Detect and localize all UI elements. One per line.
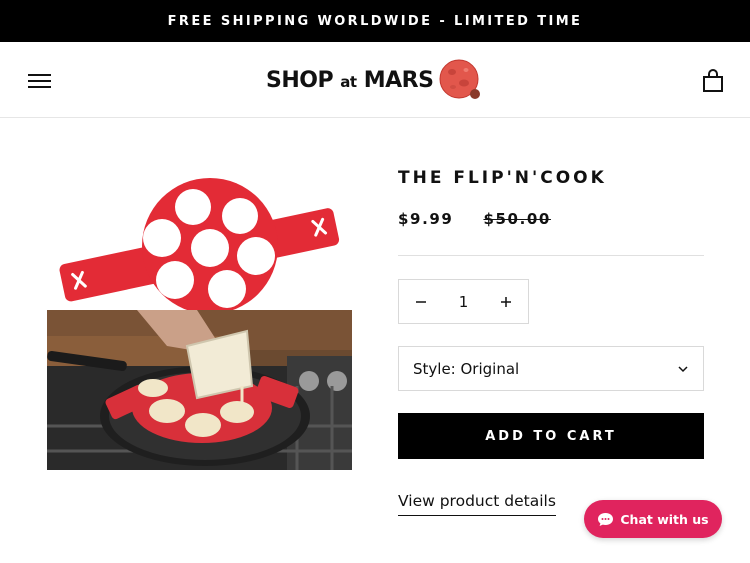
- chat-button-label: Chat with us: [620, 511, 709, 527]
- shopping-bag-icon[interactable]: [702, 69, 724, 93]
- chat-bubble-icon: [598, 512, 614, 526]
- site-header: SHOP at MARS: [0, 42, 750, 118]
- style-select-value: Style: Original: [413, 359, 520, 378]
- announcement-text: FREE SHIPPING WORLDWIDE - LIMITED TIME: [167, 13, 583, 29]
- chat-button[interactable]: Chat with us: [584, 500, 722, 538]
- minus-icon: [416, 300, 426, 303]
- logo-text: SHOP at MARS: [266, 67, 434, 93]
- price-row: $9.99 $50.00: [398, 207, 704, 231]
- hamburger-menu-icon[interactable]: [28, 72, 51, 90]
- divider: [398, 255, 704, 256]
- style-select[interactable]: Style: Original: [398, 346, 704, 391]
- quantity-stepper: 1: [398, 279, 529, 324]
- product-price: $9.99: [398, 210, 454, 228]
- mars-planet-icon: [439, 59, 481, 99]
- site-logo[interactable]: SHOP at MARS: [266, 56, 484, 104]
- compare-at-price: $50.00: [483, 210, 551, 228]
- view-product-details-link[interactable]: View product details: [398, 492, 556, 516]
- plus-icon: [501, 296, 511, 307]
- quantity-decrease-button[interactable]: [399, 280, 443, 323]
- chevron-down-icon: [678, 366, 688, 373]
- product-title: THE FLIP'N'COOK: [398, 168, 607, 188]
- add-to-cart-button[interactable]: ADD TO CART: [398, 413, 704, 459]
- quantity-value[interactable]: 1: [443, 293, 484, 311]
- quantity-increase-button[interactable]: [484, 280, 528, 323]
- pancake-mold-photo: [47, 176, 352, 470]
- product-image[interactable]: [47, 176, 352, 470]
- product-info: THE FLIP'N'COOK $9.99 $50.00 1 Style: Or…: [398, 166, 704, 516]
- announcement-bar: FREE SHIPPING WORLDWIDE - LIMITED TIME: [0, 0, 750, 42]
